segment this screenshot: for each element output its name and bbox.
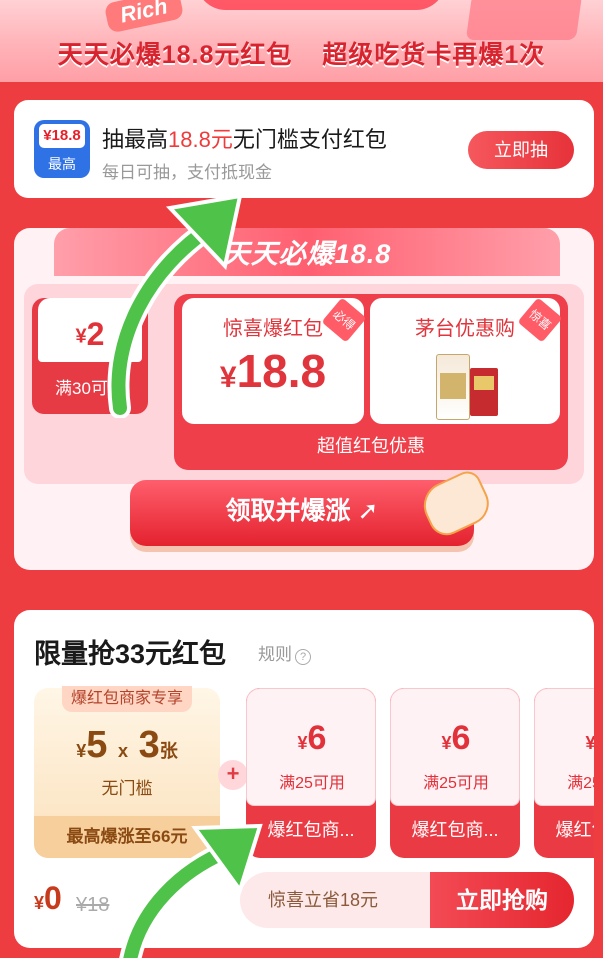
red-packet-app-icon: ¥18.8 最高 <box>34 120 90 178</box>
boost-panel: 天天必爆18.8 ¥2 满30可用 惊喜爆红包 ¥18.8 必得 茅台优惠购 惊… <box>14 228 594 570</box>
icon-label: 最高 <box>48 156 76 172</box>
surprise-value: ¥18.8 <box>182 344 364 398</box>
draw-title-prefix: 抽最高 <box>102 127 169 152</box>
gold-amount: 5 <box>86 724 108 766</box>
boost-panel-header: 天天必爆18.8 <box>54 228 560 276</box>
small-tile-amount: 2 <box>86 316 105 352</box>
buy-bar: 惊喜立省18元 立即抢购 <box>240 872 574 928</box>
coupon-value: ¥6 <box>247 719 377 758</box>
small-tile-currency: ¥ <box>75 325 87 348</box>
claim-and-boost-button[interactable]: 领取并爆涨 ➚ <box>130 480 474 546</box>
save-text: 惊喜立省18元 <box>268 890 379 910</box>
coupon-currency: ¥ <box>297 733 308 753</box>
original-price: ¥18 <box>76 894 110 916</box>
rules-link[interactable]: 规则? <box>258 640 311 665</box>
limited-title: 限量抢33元红包 <box>34 639 227 669</box>
gold-unit: 张 <box>159 741 178 761</box>
maotai-box-image <box>470 368 498 416</box>
gold-coupon-value: ¥5 x 3张 <box>34 724 220 767</box>
coupon-currency: ¥ <box>585 733 594 753</box>
coupon-condition: 满25可用 <box>423 775 489 792</box>
coupon-card[interactable]: ¥6 满25可用 爆红包商... <box>246 688 376 858</box>
claim-button-label: 领取并爆涨 <box>225 497 351 525</box>
value-red-packet-label: 超值红包优惠 <box>317 436 425 456</box>
current-price: ¥0 <box>34 880 62 917</box>
limited-red-packet-card: 限量抢33元红包 规则? 爆红包商家专享 ¥5 x 3张 无门槛 最高爆涨至66… <box>14 610 594 948</box>
coupon-amount: 6 <box>451 719 471 757</box>
banner-left-text: 天天必爆18.8元红包 <box>57 41 293 69</box>
maotai-deal: 茅台优惠购 惊喜 <box>370 297 563 424</box>
price-amount: 0 <box>44 880 62 916</box>
plus-icon: + <box>218 760 248 790</box>
coupon-condition: 满25可用 <box>567 775 594 792</box>
small-tile-value: ¥2 <box>38 298 142 362</box>
coupon-face: ¥6 满25可用 <box>246 688 376 806</box>
big-red-packet-tile[interactable]: 惊喜爆红包 ¥18.8 必得 茅台优惠购 惊喜 超值红包优惠 <box>174 294 568 470</box>
draw-title-suffix: 无门槛支付红包 <box>232 127 387 152</box>
up-arrow-icon: ➚ <box>357 497 379 525</box>
coupon-store: 爆红包商... <box>267 820 355 840</box>
coupon-store: 爆红包商... <box>555 820 594 840</box>
gold-times: x <box>118 741 129 761</box>
coupon-card[interactable]: ¥6 满25可用 爆红包商... <box>534 688 594 858</box>
draw-title: 抽最高18.8元无门槛支付红包 <box>102 122 387 154</box>
price-currency: ¥ <box>34 893 45 913</box>
coupon-amount: 6 <box>307 719 327 757</box>
coupon-value: ¥6 <box>391 719 521 758</box>
coupon-value: ¥6 <box>535 719 594 758</box>
draw-subtitle: 每日可抽，支付抵现金 <box>102 163 272 182</box>
coupon-face: ¥6 满25可用 <box>534 688 594 806</box>
coupon-store: 爆红包商... <box>411 820 499 840</box>
coupon-card[interactable]: ¥6 满25可用 爆红包商... <box>390 688 520 858</box>
maotai-bottle-image <box>436 354 470 420</box>
gold-coupon-max: 最高爆涨至66元 <box>34 816 220 858</box>
banner-rich-tag: Rich <box>103 0 184 34</box>
surprise-red-packet: 惊喜爆红包 ¥18.8 必得 <box>182 297 367 424</box>
icon-amount: ¥18.8 <box>39 124 85 148</box>
draw-title-amount: 18.8元 <box>168 127 233 152</box>
gold-count: 3 <box>138 724 160 766</box>
coupon-currency: ¥ <box>441 733 452 753</box>
buy-now-button[interactable]: 立即抢购 <box>430 872 574 928</box>
banner-burst-decoration <box>196 0 446 10</box>
merchant-exclusive-badge: 爆红包商家专享 <box>62 686 192 712</box>
rules-label: 规则 <box>258 645 292 664</box>
small-tile-condition: 满30可用 <box>55 379 125 398</box>
surprise-amount: 18.8 <box>236 345 327 397</box>
banner-right-text: 超级吃货卡再爆1次 <box>322 41 546 69</box>
draw-red-packet-card: ¥18.8 最高 抽最高18.8元无门槛支付红包 每日可抽，支付抵现金 立即抽 <box>14 100 594 198</box>
coupon-condition: 满25可用 <box>279 775 345 792</box>
gold-currency: ¥ <box>76 741 87 761</box>
question-circle-icon: ? <box>295 649 311 665</box>
gold-coupon-subtitle: 无门槛 <box>101 779 153 798</box>
draw-now-button[interactable]: 立即抽 <box>468 131 574 169</box>
small-red-packet-tile[interactable]: ¥2 满30可用 <box>32 298 148 414</box>
surprise-currency: ¥ <box>219 361 237 394</box>
merchant-exclusive-coupon[interactable]: 爆红包商家专享 ¥5 x 3张 无门槛 最高爆涨至66元 <box>34 686 220 858</box>
top-banner: Rich 天天必爆18.8元红包 超级吃货卡再爆1次 <box>0 0 603 82</box>
coupon-face: ¥6 满25可用 <box>390 688 520 806</box>
